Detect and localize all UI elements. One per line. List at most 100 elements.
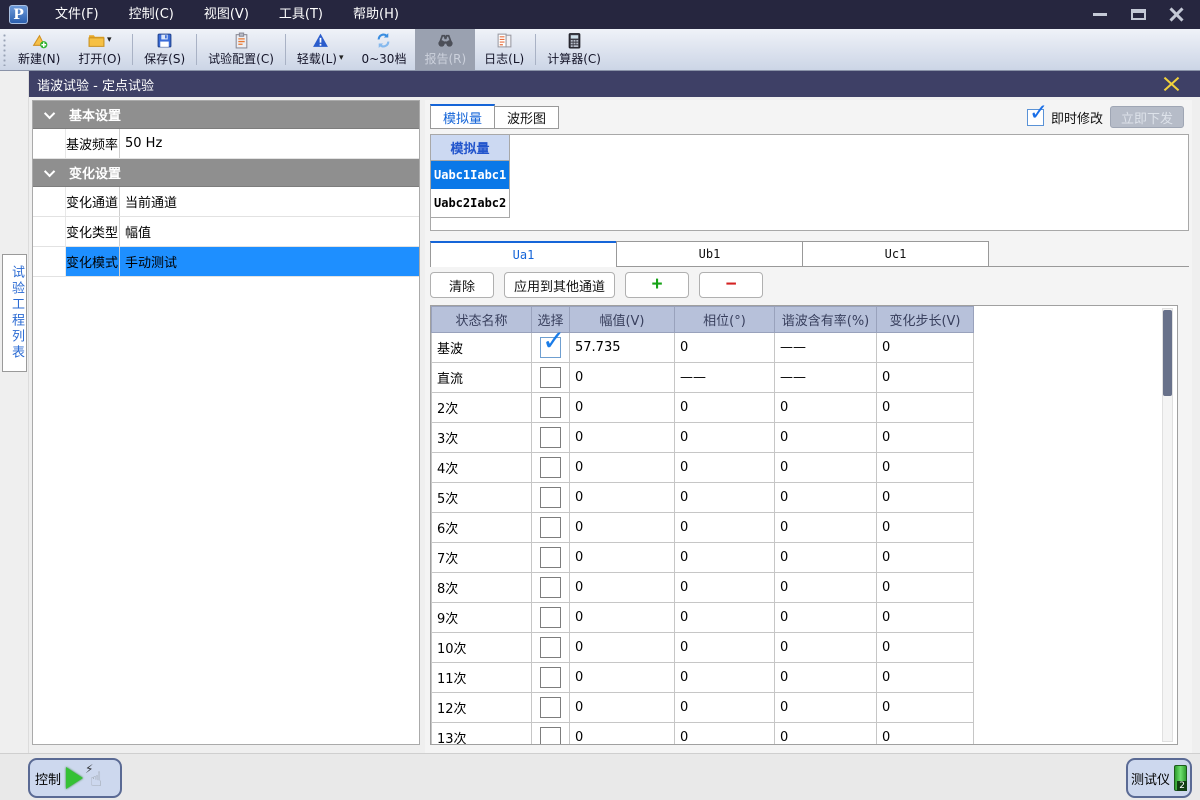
close-button[interactable]: [1160, 4, 1192, 26]
clear-button[interactable]: 清除: [430, 272, 494, 298]
menu-file[interactable]: 文件(F): [40, 0, 114, 29]
amplitude-cell[interactable]: 0: [570, 543, 675, 573]
setting-value[interactable]: 幅值: [120, 217, 419, 246]
toolbar-save-button[interactable]: 保存(S): [135, 29, 194, 70]
phase-cell[interactable]: 0: [675, 543, 775, 573]
settings-row[interactable]: 变化通道当前通道: [33, 187, 419, 217]
manual-trigger-button[interactable]: ☝ ⚡: [87, 765, 111, 791]
apply-to-other-channels-button[interactable]: 应用到其他通道: [504, 272, 615, 298]
toolbar-range-0-30-button[interactable]: 0~30档: [352, 29, 415, 70]
amplitude-cell[interactable]: 57.735: [570, 333, 675, 363]
harmonic-rate-cell[interactable]: 0: [775, 483, 877, 513]
harmonic-rate-cell[interactable]: 0: [775, 453, 877, 483]
menu-help[interactable]: 帮助(H): [338, 0, 414, 29]
harmonic-rate-cell[interactable]: ——: [775, 363, 877, 393]
harmonic-rate-cell[interactable]: 0: [775, 543, 877, 573]
toolbar-light-load-button[interactable]: 轻载(L)▾: [288, 29, 353, 70]
row-select-checkbox[interactable]: [540, 577, 561, 598]
channel-item[interactable]: Uabc1Iabc1: [431, 161, 509, 189]
phase-cell[interactable]: 0: [675, 693, 775, 723]
phase-cell[interactable]: 0: [675, 333, 775, 363]
add-row-button[interactable]: +: [625, 272, 689, 298]
step-cell[interactable]: 0: [877, 543, 974, 573]
harmonic-rate-cell[interactable]: 0: [775, 633, 877, 663]
channel-item[interactable]: Uabc2Iabc2: [431, 189, 509, 217]
row-select-checkbox[interactable]: [540, 547, 561, 568]
settings-row[interactable]: 基波频率50 Hz: [33, 129, 419, 159]
step-cell[interactable]: 0: [877, 663, 974, 693]
harmonic-rate-cell[interactable]: 0: [775, 693, 877, 723]
phase-cell[interactable]: 0: [675, 633, 775, 663]
amplitude-cell[interactable]: 0: [570, 363, 675, 393]
step-cell[interactable]: 0: [877, 333, 974, 363]
phase-cell[interactable]: 0: [675, 723, 775, 746]
phase-cell[interactable]: 0: [675, 663, 775, 693]
harmonic-rate-cell[interactable]: ——: [775, 333, 877, 363]
amplitude-cell[interactable]: 0: [570, 723, 675, 746]
row-select-checkbox[interactable]: ✓: [540, 337, 561, 358]
row-select-checkbox[interactable]: [540, 727, 561, 745]
setting-value[interactable]: 当前通道: [120, 187, 419, 216]
phase-tab-ua1[interactable]: Ua1: [430, 241, 617, 267]
row-select-checkbox[interactable]: [540, 517, 561, 538]
phase-cell[interactable]: 0: [675, 603, 775, 633]
step-cell[interactable]: 0: [877, 513, 974, 543]
remove-row-button[interactable]: −: [699, 272, 763, 298]
close-test-button[interactable]: [1162, 76, 1180, 92]
amplitude-cell[interactable]: 0: [570, 393, 675, 423]
phase-tab-uc1[interactable]: Uc1: [802, 241, 989, 266]
harmonic-rate-cell[interactable]: 0: [775, 663, 877, 693]
amplitude-cell[interactable]: 0: [570, 513, 675, 543]
amplitude-cell[interactable]: 0: [570, 483, 675, 513]
phase-cell[interactable]: ——: [675, 363, 775, 393]
settings-row[interactable]: 变化模式手动测试: [33, 247, 419, 277]
step-cell[interactable]: 0: [877, 693, 974, 723]
step-cell[interactable]: 0: [877, 573, 974, 603]
tab-analog[interactable]: 模拟量: [430, 104, 495, 129]
row-select-checkbox[interactable]: [540, 457, 561, 478]
row-select-checkbox[interactable]: [540, 667, 561, 688]
amplitude-cell[interactable]: 0: [570, 633, 675, 663]
tab-waveform[interactable]: 波形图: [494, 106, 559, 129]
phase-cell[interactable]: 0: [675, 453, 775, 483]
step-cell[interactable]: 0: [877, 723, 974, 746]
maximize-button[interactable]: [1122, 4, 1154, 26]
amplitude-cell[interactable]: 0: [570, 423, 675, 453]
step-cell[interactable]: 0: [877, 453, 974, 483]
row-select-checkbox[interactable]: [540, 427, 561, 448]
harmonic-rate-cell[interactable]: 0: [775, 573, 877, 603]
toolbar-test-config-button[interactable]: 试验配置(C): [199, 29, 283, 70]
scrollbar-thumb[interactable]: [1163, 310, 1172, 396]
step-cell[interactable]: 0: [877, 633, 974, 663]
settings-group-header-variation[interactable]: 变化设置: [33, 159, 419, 187]
vertical-scrollbar[interactable]: [1162, 308, 1173, 742]
toolbar-new-button[interactable]: 新建(N): [9, 29, 69, 70]
phase-cell[interactable]: 0: [675, 573, 775, 603]
step-cell[interactable]: 0: [877, 483, 974, 513]
menu-view[interactable]: 视图(V): [189, 0, 264, 29]
amplitude-cell[interactable]: 0: [570, 453, 675, 483]
instant-edit-checkbox[interactable]: ✓: [1027, 109, 1044, 126]
harmonic-rate-cell[interactable]: 0: [775, 393, 877, 423]
phase-tab-ub1[interactable]: Ub1: [616, 241, 803, 266]
phase-cell[interactable]: 0: [675, 483, 775, 513]
start-button[interactable]: [66, 767, 83, 789]
toolbar-log-button[interactable]: 日志(L): [475, 29, 533, 70]
minimize-button[interactable]: [1084, 4, 1116, 26]
row-select-checkbox[interactable]: [540, 637, 561, 658]
amplitude-cell[interactable]: 0: [570, 603, 675, 633]
step-cell[interactable]: 0: [877, 423, 974, 453]
menu-tools[interactable]: 工具(T): [264, 0, 338, 29]
row-select-checkbox[interactable]: [540, 397, 561, 418]
step-cell[interactable]: 0: [877, 393, 974, 423]
toolbar-grip[interactable]: [2, 33, 8, 66]
row-select-checkbox[interactable]: [540, 367, 561, 388]
step-cell[interactable]: 0: [877, 363, 974, 393]
harmonic-rate-cell[interactable]: 0: [775, 603, 877, 633]
row-select-checkbox[interactable]: [540, 487, 561, 508]
row-select-checkbox[interactable]: [540, 607, 561, 628]
setting-value[interactable]: 50 Hz: [120, 129, 419, 158]
settings-row[interactable]: 变化类型幅值: [33, 217, 419, 247]
toolbar-open-button[interactable]: ▾打开(O): [69, 29, 130, 70]
amplitude-cell[interactable]: 0: [570, 693, 675, 723]
